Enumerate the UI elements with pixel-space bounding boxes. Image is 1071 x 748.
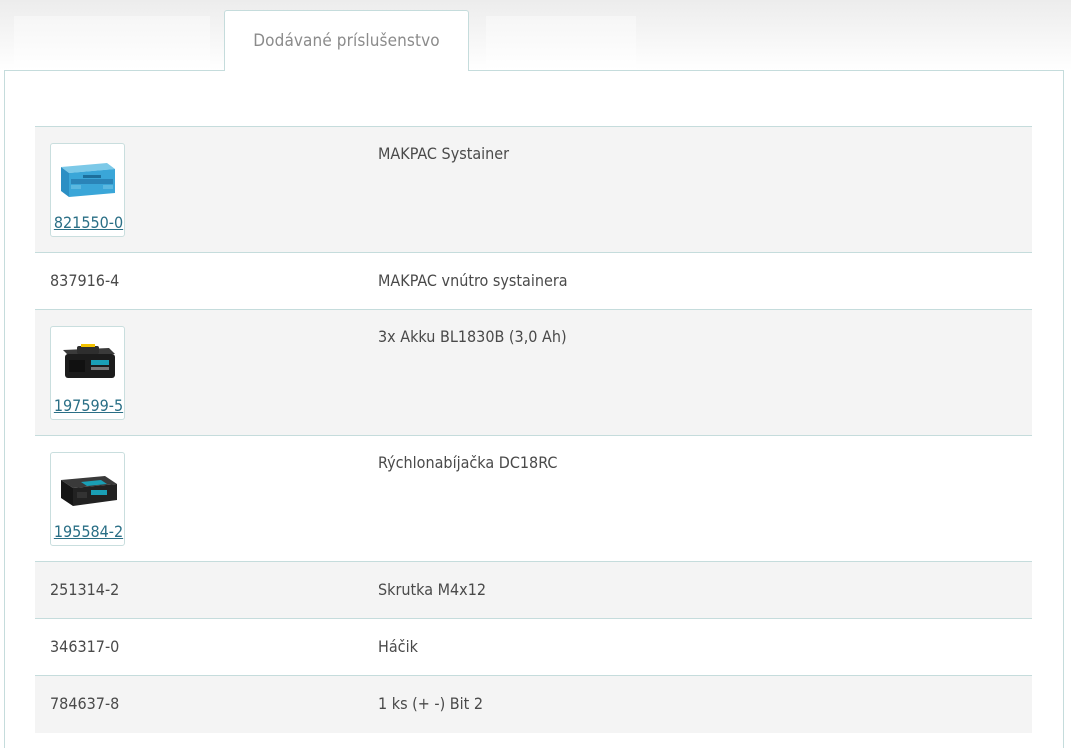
table-row: 821550-0 MAKPAC Systainer (35, 127, 1032, 253)
table-row: 251314-2 Skrutka M4x12 (35, 562, 1032, 619)
product-name: MAKPAC vnútro systainera (378, 271, 568, 290)
product-code: 251314-2 (50, 580, 120, 599)
product-thumbnail[interactable]: 821550-0 (50, 143, 125, 237)
makpac-case-icon (61, 163, 115, 197)
product-code-link[interactable]: 197599-5 (51, 396, 126, 415)
table-row: 195584-2 Rýchlonabíjačka DC18RC (35, 436, 1032, 562)
table-row: 197599-5 3x Akku BL1830B (3,0 Ah) (35, 310, 1032, 436)
product-name: Skrutka M4x12 (378, 580, 487, 599)
product-code-link[interactable]: 195584-2 (51, 522, 126, 541)
product-name: Háčik (378, 637, 418, 656)
table-row: 837916-4 MAKPAC vnútro systainera (35, 253, 1032, 310)
product-name: MAKPAC Systainer (378, 144, 510, 163)
tab-inactive-left[interactable] (14, 16, 210, 70)
product-name: 3x Akku BL1830B (3,0 Ah) (378, 327, 567, 346)
page: Dodávané príslušenstvo 821550-0 MAKPAC S… (0, 0, 1071, 748)
battery-icon (63, 344, 115, 378)
tab-supplied-accessories[interactable]: Dodávané príslušenstvo (224, 10, 469, 71)
product-code: 784637-8 (50, 694, 120, 713)
product-thumbnail[interactable]: 197599-5 (50, 326, 125, 420)
product-name: 1 ks (+ -) Bit 2 (378, 694, 484, 713)
tab-inactive-right[interactable] (486, 16, 636, 70)
table-row: 784637-8 1 ks (+ -) Bit 2 (35, 676, 1032, 733)
product-code: 837916-4 (50, 271, 120, 290)
product-code: 346317-0 (50, 637, 120, 656)
product-thumbnail[interactable]: 195584-2 (50, 452, 125, 546)
table-row: 346317-0 Háčik (35, 619, 1032, 676)
product-name: Rýchlonabíjačka DC18RC (378, 453, 558, 472)
product-code-link[interactable]: 821550-0 (51, 213, 126, 232)
charger-icon (61, 476, 117, 506)
tab-label: Dodávané príslušenstvo (253, 31, 440, 51)
accessories-table: 821550-0 MAKPAC Systainer 837916-4 MAKPA… (35, 126, 1032, 733)
